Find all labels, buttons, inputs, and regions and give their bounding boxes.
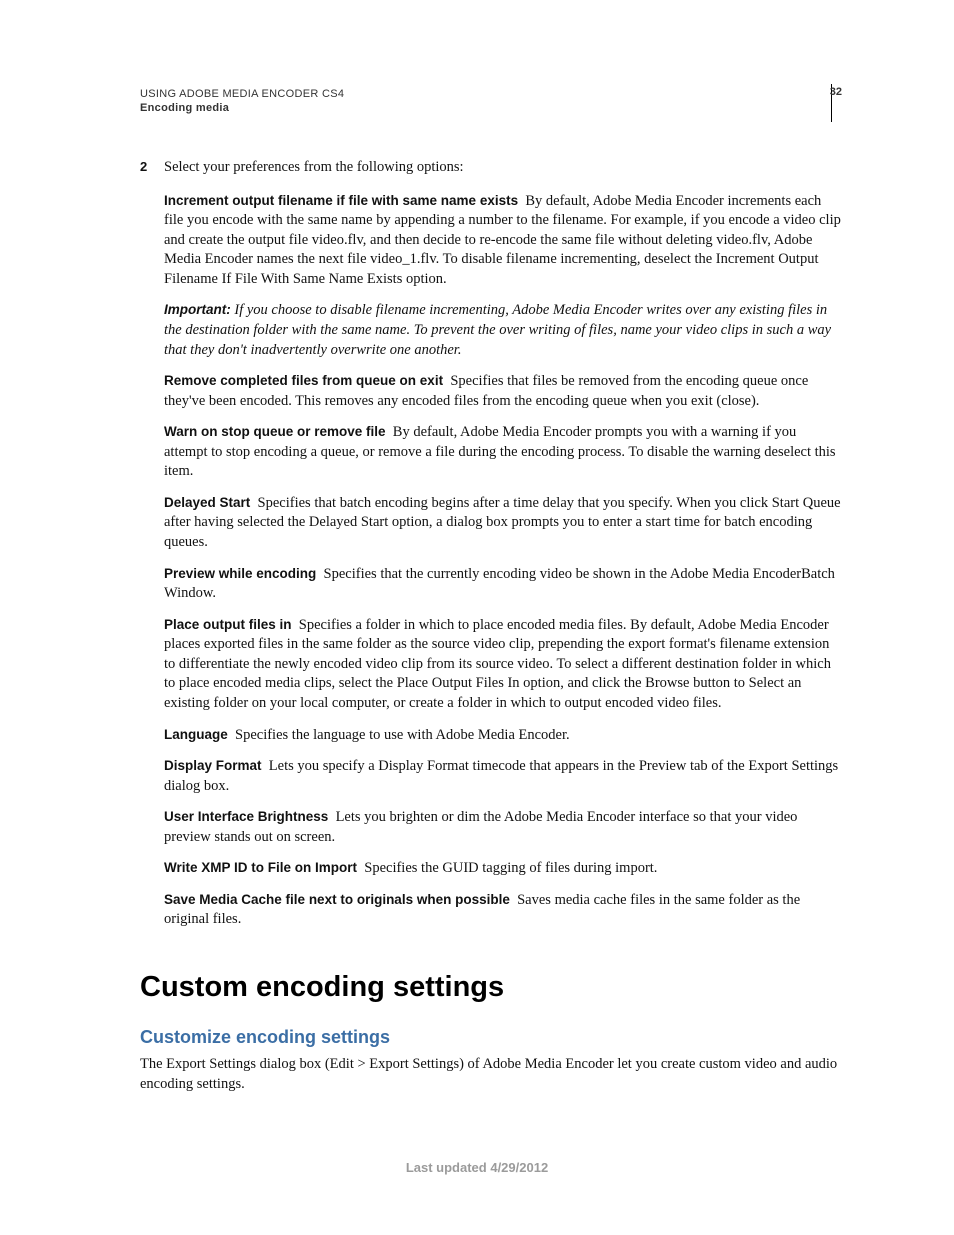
step-text: Select your preferences from the followi… <box>164 159 464 175</box>
term-increment: Increment output filename if file with s… <box>164 193 518 208</box>
body-text: 2 Select your preferences from the follo… <box>140 158 842 1107</box>
pref-remove: Remove completed files from queue on exi… <box>164 372 842 411</box>
term-display: Display Format <box>164 758 262 773</box>
pref-warn: Warn on stop queue or remove file By def… <box>164 423 842 482</box>
pref-increment: Increment output filename if file with s… <box>164 192 842 290</box>
pref-delayed: Delayed Start Specifies that batch encod… <box>164 494 842 553</box>
term-xmp: Write XMP ID to File on Import <box>164 860 357 875</box>
body-language: Specifies the language to use with Adobe… <box>235 727 570 743</box>
term-cache: Save Media Cache file next to originals … <box>164 892 510 907</box>
term-delayed: Delayed Start <box>164 495 250 510</box>
pref-preview: Preview while encoding Specifies that th… <box>164 565 842 604</box>
term-brightness: User Interface Brightness <box>164 809 328 824</box>
running-head: USING ADOBE MEDIA ENCODER CS4 Encoding m… <box>140 88 842 114</box>
note-body: If you choose to disable filename increm… <box>164 302 831 357</box>
term-remove: Remove completed files from queue on exi… <box>164 373 443 388</box>
step-number: 2 <box>140 158 147 176</box>
step-2: 2 Select your preferences from the follo… <box>140 158 842 178</box>
body-display: Lets you specify a Display Format timeco… <box>164 758 838 794</box>
body-delayed: Specifies that batch encoding begins aft… <box>164 495 841 550</box>
note-lead: Important: <box>164 302 231 317</box>
pref-display: Display Format Lets you specify a Displa… <box>164 757 842 796</box>
pref-brightness: User Interface Brightness Lets you brigh… <box>164 808 842 847</box>
note-important: Important: If you choose to disable file… <box>164 301 842 360</box>
term-warn: Warn on stop queue or remove file <box>164 424 386 439</box>
pref-cache: Save Media Cache file next to originals … <box>164 891 842 930</box>
pref-language: Language Specifies the language to use w… <box>164 726 842 746</box>
footer-updated: Last updated 4/29/2012 <box>0 1160 954 1175</box>
body-xmp: Specifies the GUID tagging of files duri… <box>364 860 657 876</box>
running-head-title: USING ADOBE MEDIA ENCODER CS4 <box>140 88 842 100</box>
term-place: Place output files in <box>164 617 292 632</box>
page-number: 32 <box>820 86 842 98</box>
running-head-subtitle: Encoding media <box>140 102 842 114</box>
subsection-heading: Customize encoding settings <box>140 1025 842 1049</box>
section-heading: Custom encoding settings <box>140 968 842 1007</box>
section-intro: The Export Settings dialog box (Edit > E… <box>140 1055 842 1094</box>
pref-xmp: Write XMP ID to File on Import Specifies… <box>164 859 842 879</box>
term-preview: Preview while encoding <box>164 566 316 581</box>
pref-place: Place output files in Specifies a folder… <box>164 616 842 714</box>
document-page: USING ADOBE MEDIA ENCODER CS4 Encoding m… <box>0 0 954 1235</box>
term-language: Language <box>164 727 228 742</box>
